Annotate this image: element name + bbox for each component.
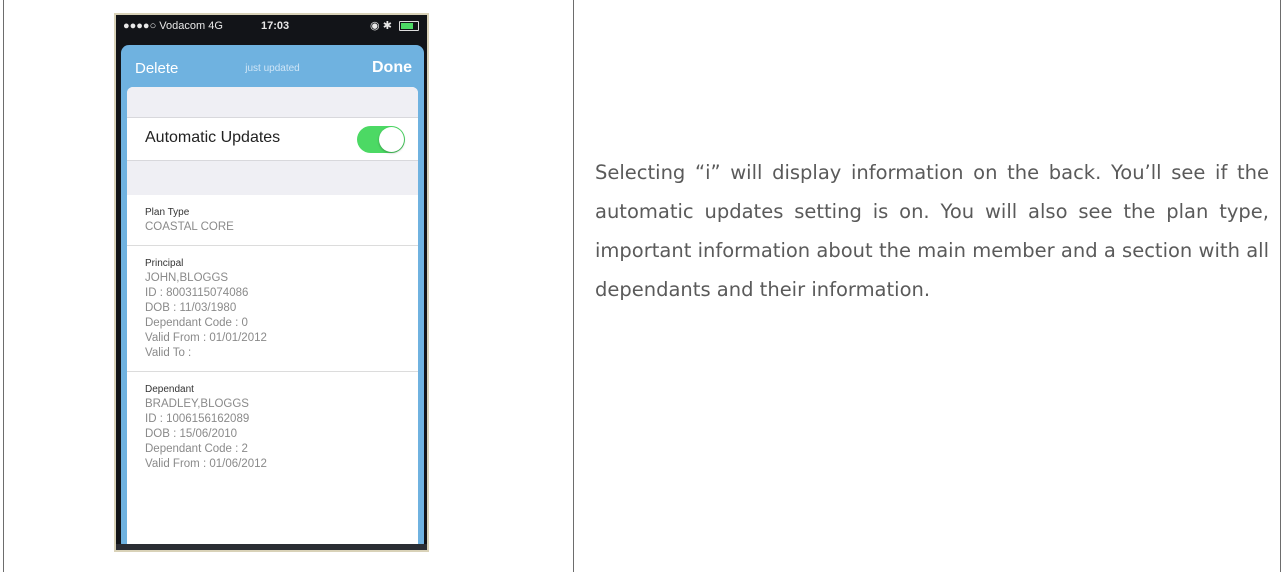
carrier-label: ●●●●○ Vodacom 4G (123, 20, 223, 32)
plan-type-heading: Plan Type (145, 207, 190, 218)
dependant-id: ID : 1006156162089 (145, 413, 250, 425)
principal-name: JOHN,BLOGGS (145, 272, 229, 284)
table-cell-divider (573, 0, 574, 572)
principal-heading: Principal (145, 258, 184, 269)
principal-valid-to: Valid To : (145, 347, 192, 359)
done-button[interactable]: Done (372, 59, 412, 77)
screen-bottom-edge (116, 544, 427, 550)
dependant-name: BRADLEY,BLOGGS (145, 398, 249, 410)
dependant-dependant-code: Dependant Code : 2 (145, 443, 248, 455)
automatic-updates-row: Automatic Updates (127, 117, 418, 161)
principal-section: Principal JOHN,BLOGGS ID : 8003115074086… (127, 246, 418, 372)
dependant-dob: DOB : 15/06/2010 (145, 428, 238, 440)
settings-panel: Automatic Updates Plan Type COASTAL CORE… (127, 87, 418, 550)
plan-type-section: Plan Type COASTAL CORE (127, 195, 418, 246)
plan-type-value: COASTAL CORE (145, 221, 234, 233)
info-card: Delete just updated Done Automatic Updat… (121, 45, 424, 550)
bluetooth-icon: ✱ (382, 20, 392, 32)
status-bar: ●●●●○ Vodacom 4G 17:03 ◉ ✱ (116, 15, 427, 37)
clock-label: 17:03 (261, 20, 290, 32)
status-icons: ◉ ✱ (370, 15, 419, 37)
alarm-icon: ◉ (370, 20, 380, 32)
phone-screenshot: ●●●●○ Vodacom 4G 17:03 ◉ ✱ Delete just u… (114, 13, 429, 552)
automatic-updates-toggle[interactable] (357, 126, 405, 153)
nav-bar: Delete just updated Done (121, 45, 424, 90)
principal-dependant-code: Dependant Code : 0 (145, 317, 248, 329)
section-spacer (127, 161, 418, 195)
battery-icon (399, 21, 419, 32)
toggle-knob (379, 127, 404, 152)
principal-id: ID : 8003115074086 (145, 287, 249, 299)
dependant-valid-from: Valid From : 01/06/2012 (145, 458, 267, 470)
description-text: Selecting “i” will display information o… (595, 161, 1269, 301)
principal-valid-from: Valid From : 01/01/2012 (145, 332, 267, 344)
section-spacer (127, 87, 418, 117)
dependant-heading: Dependant (145, 384, 194, 395)
dependant-section: Dependant BRADLEY,BLOGGS ID : 1006156162… (127, 372, 418, 482)
principal-dob: DOB : 11/03/1980 (145, 302, 237, 314)
automatic-updates-label: Automatic Updates (145, 129, 281, 146)
